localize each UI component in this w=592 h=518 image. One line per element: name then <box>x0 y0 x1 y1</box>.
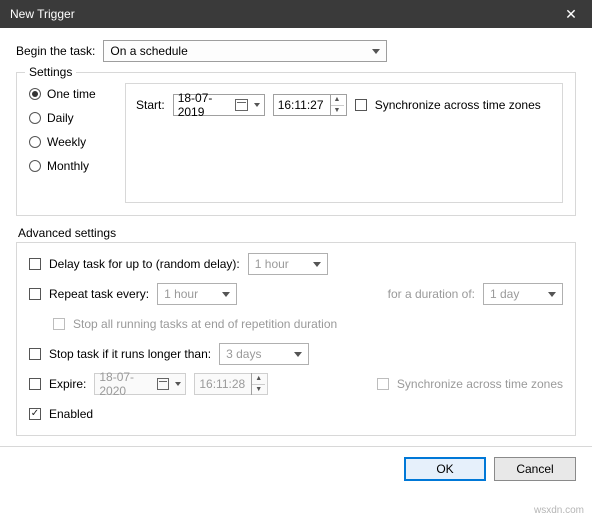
advanced-settings-title: Advanced settings <box>18 226 576 240</box>
dialog-footer: OK Cancel <box>0 446 592 491</box>
calendar-icon <box>235 99 247 111</box>
duration-select: 1 day <box>483 283 563 305</box>
expire-label: Expire: <box>49 377 86 391</box>
delay-task-value: 1 hour <box>255 257 289 271</box>
delay-task-select: 1 hour <box>248 253 328 275</box>
calendar-icon <box>157 378 169 390</box>
chevron-down-icon <box>548 292 556 297</box>
expire-sync-label: Synchronize across time zones <box>397 377 563 391</box>
checkbox-icon <box>29 288 41 300</box>
expire-time-value: 16:11:28 <box>199 377 245 391</box>
expire-checkbox[interactable]: Expire: <box>29 377 86 391</box>
radio-monthly[interactable]: Monthly <box>29 159 125 173</box>
expire-date-value: 18-07-2020 <box>99 370 153 398</box>
radio-label: Weekly <box>47 135 86 149</box>
stop-task-value: 3 days <box>226 347 261 361</box>
radio-daily[interactable]: Daily <box>29 111 125 125</box>
enabled-checkbox[interactable]: Enabled <box>29 407 93 421</box>
enabled-label: Enabled <box>49 407 93 421</box>
expire-time-input: 16:11:28 ▲▼ <box>194 373 268 395</box>
watermark: wsxdn.com <box>534 505 584 516</box>
window-title: New Trigger <box>10 7 550 21</box>
duration-label: for a duration of: <box>388 287 475 301</box>
titlebar: New Trigger ✕ <box>0 0 592 28</box>
spinner-icon: ▲▼ <box>251 373 265 395</box>
stop-task-select: 3 days <box>219 343 309 365</box>
expire-date-input: 18-07-2020 <box>94 373 186 395</box>
checkbox-icon <box>355 99 367 111</box>
stop-task-label: Stop task if it runs longer than: <box>49 347 211 361</box>
chevron-down-icon <box>294 352 302 357</box>
chevron-down-icon <box>175 382 181 386</box>
checkbox-icon <box>29 378 41 390</box>
schedule-panel: Start: 18-07-2019 16:11:27 ▲▼ Synchroniz… <box>125 83 563 203</box>
settings-group: Settings One time Daily Weekly Monthly <box>16 72 576 216</box>
radio-icon <box>29 112 41 124</box>
start-date-value: 18-07-2019 <box>178 91 232 119</box>
chevron-down-icon <box>254 103 260 107</box>
checkbox-icon <box>29 408 41 420</box>
checkbox-icon <box>29 258 41 270</box>
begin-task-value: On a schedule <box>110 44 187 58</box>
cancel-button[interactable]: Cancel <box>494 457 576 481</box>
start-time-value: 16:11:27 <box>278 98 324 112</box>
radio-icon <box>29 88 41 100</box>
begin-task-select[interactable]: On a schedule <box>103 40 387 62</box>
chevron-down-icon <box>313 262 321 267</box>
chevron-down-icon <box>222 292 230 297</box>
repeat-task-label: Repeat task every: <box>49 287 149 301</box>
close-icon[interactable]: ✕ <box>550 0 592 28</box>
delay-task-checkbox[interactable]: Delay task for up to (random delay): <box>29 257 240 271</box>
spinner-icon[interactable]: ▲▼ <box>330 94 344 116</box>
radio-label: Daily <box>47 111 74 125</box>
radio-icon <box>29 136 41 148</box>
sync-timezone-label: Synchronize across time zones <box>375 98 541 112</box>
stop-running-checkbox: Stop all running tasks at end of repetit… <box>53 317 337 331</box>
checkbox-icon <box>29 348 41 360</box>
start-label: Start: <box>136 98 165 112</box>
stop-task-checkbox[interactable]: Stop task if it runs longer than: <box>29 347 211 361</box>
repeat-task-select: 1 hour <box>157 283 237 305</box>
start-time-input[interactable]: 16:11:27 ▲▼ <box>273 94 347 116</box>
duration-value: 1 day <box>490 287 519 301</box>
radio-icon <box>29 160 41 172</box>
chevron-down-icon <box>372 49 380 54</box>
checkbox-icon <box>377 378 389 390</box>
sync-timezone-checkbox[interactable]: Synchronize across time zones <box>355 98 541 112</box>
stop-running-label: Stop all running tasks at end of repetit… <box>73 317 337 331</box>
start-date-input[interactable]: 18-07-2019 <box>173 94 265 116</box>
repeat-task-value: 1 hour <box>164 287 198 301</box>
radio-label: One time <box>47 87 96 101</box>
radio-weekly[interactable]: Weekly <box>29 135 125 149</box>
radio-one-time[interactable]: One time <box>29 87 125 101</box>
begin-task-label: Begin the task: <box>16 44 95 58</box>
repeat-task-checkbox[interactable]: Repeat task every: <box>29 287 149 301</box>
advanced-settings-group: Delay task for up to (random delay): 1 h… <box>16 242 576 436</box>
checkbox-icon <box>53 318 65 330</box>
expire-sync-checkbox: Synchronize across time zones <box>377 377 563 391</box>
radio-label: Monthly <box>47 159 89 173</box>
settings-legend: Settings <box>25 65 76 79</box>
delay-task-label: Delay task for up to (random delay): <box>49 257 240 271</box>
ok-button[interactable]: OK <box>404 457 486 481</box>
